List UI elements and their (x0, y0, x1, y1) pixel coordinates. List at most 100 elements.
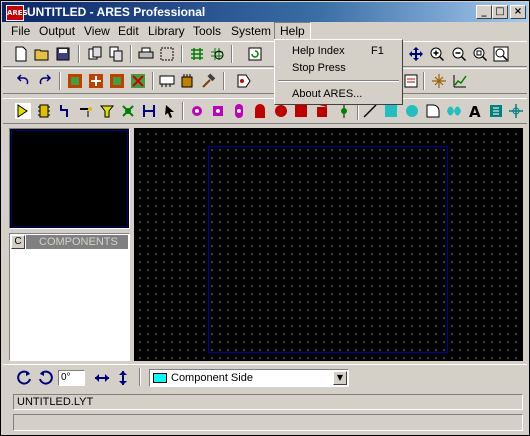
line-2d-icon[interactable] (362, 103, 378, 119)
window-title: UNTITLED - ARES Professional (27, 5, 206, 19)
layer-selector[interactable]: Component Side ▼ (149, 369, 349, 387)
close-button[interactable]: × (510, 5, 526, 19)
menu-file[interactable]: File (6, 22, 35, 40)
maximize-button[interactable]: □ (492, 5, 508, 19)
stop-press-item[interactable]: Stop Press (277, 60, 400, 76)
print-icon[interactable] (138, 46, 154, 62)
zoom-all-icon[interactable] (472, 46, 488, 62)
board-outline (208, 146, 448, 353)
toolbar-separator (182, 102, 184, 120)
block-delete-icon[interactable] (130, 73, 146, 89)
pan-icon[interactable] (408, 46, 424, 62)
layer-color-swatch (153, 373, 167, 383)
menu-tools[interactable]: Tools (188, 22, 226, 40)
pad-stack-icon[interactable] (314, 103, 330, 119)
toolbar-separator (59, 72, 61, 90)
box-2d-icon[interactable] (383, 103, 399, 119)
statistics-icon[interactable] (452, 73, 468, 89)
track-mode-icon[interactable] (78, 103, 94, 119)
dil-pad-icon[interactable] (231, 103, 247, 119)
save-icon[interactable] (55, 46, 71, 62)
square-pad-icon[interactable] (210, 103, 226, 119)
selector-header: COMPONENTS (26, 235, 128, 249)
toolbar-separator (223, 72, 225, 90)
help-index-item[interactable]: Help Index F1 (277, 43, 400, 59)
zoom-area-icon[interactable] (493, 46, 509, 62)
title-bar[interactable]: ARES UNTITLED - ARES Professional _ □ × (2, 2, 528, 22)
import-icon[interactable] (87, 46, 103, 62)
menu-output[interactable]: Output (34, 22, 80, 40)
package-mode-icon[interactable] (57, 103, 73, 119)
editing-canvas[interactable] (134, 128, 523, 361)
toolbar-file (3, 41, 527, 67)
ratsnest-mode-icon[interactable] (141, 103, 157, 119)
toolbar-mode: A (3, 98, 527, 124)
auto-router-icon[interactable] (431, 73, 447, 89)
redo-icon[interactable] (37, 73, 53, 89)
overview-window[interactable] (9, 128, 130, 229)
help-index-shortcut: F1 (371, 45, 384, 57)
menu-bar: File Output View Edit Library Tools Syst… (2, 22, 528, 40)
path-2d-icon[interactable] (446, 103, 462, 119)
zoom-out-icon[interactable] (451, 46, 467, 62)
menu-edit[interactable]: Edit (113, 22, 144, 40)
via-mode-icon[interactable] (99, 103, 115, 119)
about-ares-item[interactable]: About ARES... (277, 86, 400, 102)
decompose-hammer-icon[interactable] (200, 73, 216, 89)
y-mirror-icon[interactable] (115, 370, 131, 386)
make-package-icon[interactable] (179, 73, 195, 89)
pick-components-button[interactable]: C (11, 235, 25, 249)
toolbar-separator (130, 45, 132, 63)
smt-pad-icon[interactable] (273, 103, 289, 119)
menu-view[interactable]: View (79, 22, 115, 40)
component-mode-icon[interactable] (36, 103, 52, 119)
status-grip (3, 394, 9, 432)
ares-app-icon[interactable]: ARES (6, 5, 28, 21)
help-menu-dropdown: Help Index F1 Stop Press About ARES... (274, 39, 403, 105)
grid-toggle-icon[interactable] (189, 46, 205, 62)
circle-2d-icon[interactable] (404, 103, 420, 119)
zoom-grid-icon[interactable] (209, 46, 225, 62)
pick-device-icon[interactable] (159, 73, 175, 89)
zoom-in-icon[interactable] (429, 46, 445, 62)
rotate-clockwise-icon[interactable] (17, 370, 33, 386)
layer-name: Component Side (171, 372, 253, 384)
x-mirror-icon[interactable] (94, 370, 110, 386)
toolbar-separator (423, 72, 425, 90)
menu-system[interactable]: System (226, 22, 276, 40)
arc-2d-icon[interactable] (425, 103, 441, 119)
block-rotate-icon[interactable] (109, 73, 125, 89)
print-area-icon[interactable] (159, 46, 175, 62)
rotate-anticlockwise-icon[interactable] (37, 370, 53, 386)
selection-mode-icon[interactable] (15, 103, 31, 119)
polygon-pad-icon[interactable] (293, 103, 309, 119)
menu-library[interactable]: Library (143, 22, 190, 40)
round-pad-icon[interactable] (189, 103, 205, 119)
stop-press-label: Stop Press (292, 62, 346, 74)
main-window: ARES UNTITLED - ARES Professional _ □ × … (0, 0, 530, 436)
edge-pad-icon[interactable] (252, 103, 268, 119)
test-point-icon[interactable] (336, 103, 352, 119)
help-index-label: Help Index (292, 45, 345, 57)
zone-mode-icon[interactable] (120, 103, 136, 119)
connectivity-arrow-icon[interactable] (162, 103, 178, 119)
block-move-icon[interactable] (88, 73, 104, 89)
open-folder-icon[interactable] (34, 46, 50, 62)
menu-separator (278, 80, 399, 82)
block-copy-icon[interactable] (67, 73, 83, 89)
design-rule-icon[interactable] (403, 73, 419, 89)
toolbar-separator (139, 368, 141, 386)
menu-help[interactable]: Help (274, 22, 311, 40)
search-tag-icon[interactable] (236, 73, 252, 89)
undo-icon[interactable] (15, 73, 31, 89)
chevron-down-icon[interactable]: ▼ (333, 371, 347, 385)
text-2d-icon[interactable]: A (467, 103, 483, 119)
new-file-icon[interactable] (13, 46, 29, 62)
export-icon[interactable] (108, 46, 124, 62)
marker-icon[interactable] (508, 103, 524, 119)
redraw-icon[interactable] (247, 46, 263, 62)
rotation-angle-field[interactable]: 0° (58, 370, 85, 386)
symbol-2d-icon[interactable] (488, 103, 504, 119)
minimize-button[interactable]: _ (476, 5, 492, 19)
toolbar-separator (78, 45, 80, 63)
